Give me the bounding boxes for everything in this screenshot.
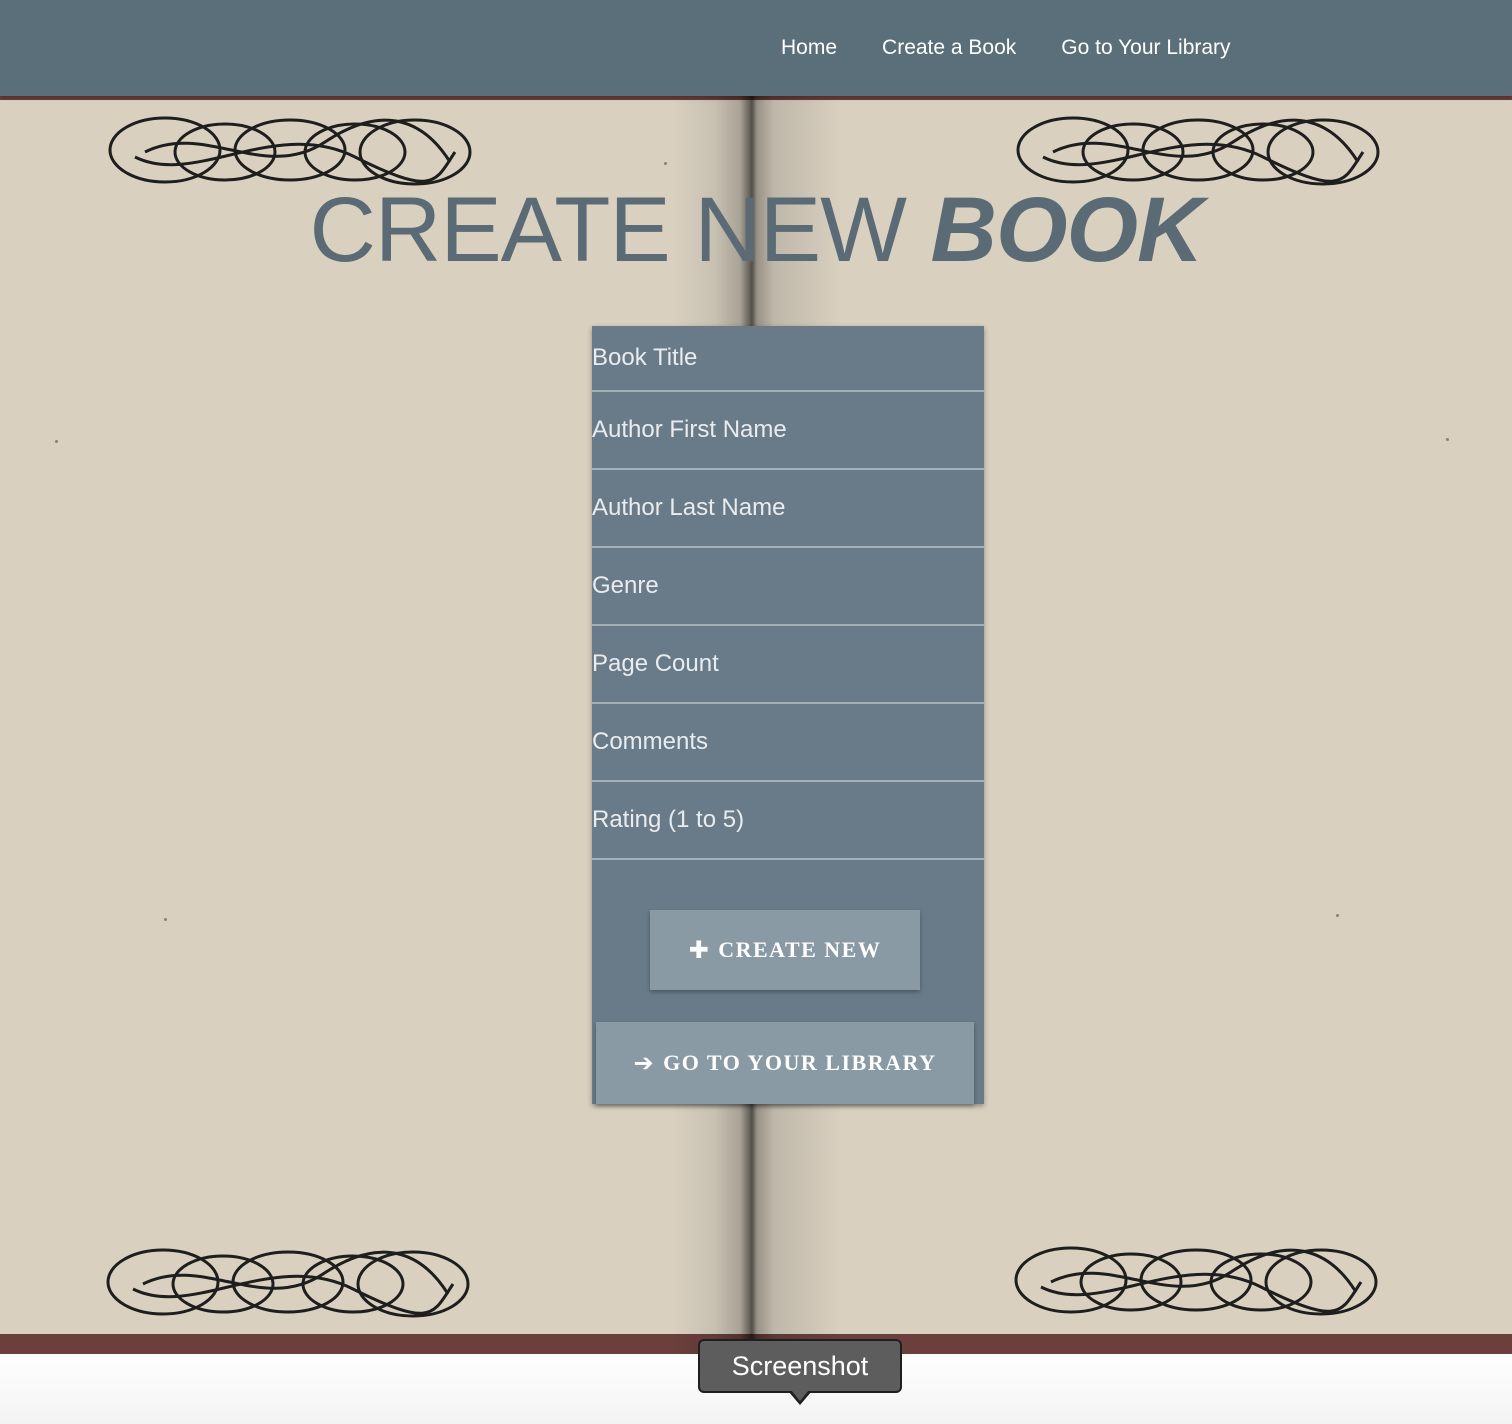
field-placeholder: Author Last Name <box>592 494 786 521</box>
nav-link-library[interactable]: Go to Your Library <box>1061 36 1230 60</box>
paper-speck <box>1336 914 1339 917</box>
nav-link-home[interactable]: Home <box>781 36 837 60</box>
arrow-right-icon: ➔ <box>633 1049 656 1077</box>
genre-input[interactable]: Genre <box>592 548 984 626</box>
field-placeholder: Rating (1 to 5) <box>592 806 745 833</box>
create-new-button[interactable]: ✚ CREATE NEW <box>650 910 920 990</box>
create-new-label: CREATE NEW <box>718 937 882 962</box>
tooltip-pointer-fill <box>791 1390 809 1401</box>
field-placeholder: Page Count <box>592 650 719 677</box>
tooltip-text: Screenshot <box>731 1350 869 1381</box>
flourish-ornament-icon <box>106 1248 470 1318</box>
go-to-library-button[interactable]: ➔ GO TO YOUR LIBRARY <box>596 1022 974 1104</box>
rating-input[interactable]: Rating (1 to 5) <box>592 782 984 860</box>
go-to-library-label: GO TO YOUR LIBRARY <box>663 1050 937 1075</box>
field-placeholder: Book Title <box>592 344 698 371</box>
page-title-plain: CREATE NEW <box>309 179 931 281</box>
author-first-name-input[interactable]: Author First Name <box>592 392 984 470</box>
paper-speck <box>664 162 667 165</box>
page-count-input[interactable]: Page Count <box>592 626 984 704</box>
author-last-name-input[interactable]: Author Last Name <box>592 470 984 548</box>
field-placeholder: Comments <box>592 728 709 755</box>
nav-links: Home Create a Book Go to Your Library <box>760 0 1276 96</box>
paper-speck <box>1446 438 1449 441</box>
navbar: Home Create a Book Go to Your Library <box>0 0 1512 96</box>
page-title-emphasis: BOOK <box>930 179 1204 281</box>
plus-icon: ✚ <box>688 936 711 964</box>
book-title-input[interactable]: Book Title <box>592 326 984 392</box>
nav-link-create-book[interactable]: Create a Book <box>882 36 1016 60</box>
paper-speck <box>164 918 167 921</box>
page-title: CREATE NEW BOOK <box>0 178 1512 283</box>
field-placeholder: Author First Name <box>592 416 787 443</box>
flourish-ornament-icon <box>1014 1246 1378 1316</box>
paper-speck <box>55 440 58 443</box>
comments-input[interactable]: Comments <box>592 704 984 782</box>
field-placeholder: Genre <box>592 572 659 599</box>
create-book-form: Book Title Author First Name Author Last… <box>592 326 984 1104</box>
screenshot-tooltip: Screenshot <box>698 1339 902 1393</box>
